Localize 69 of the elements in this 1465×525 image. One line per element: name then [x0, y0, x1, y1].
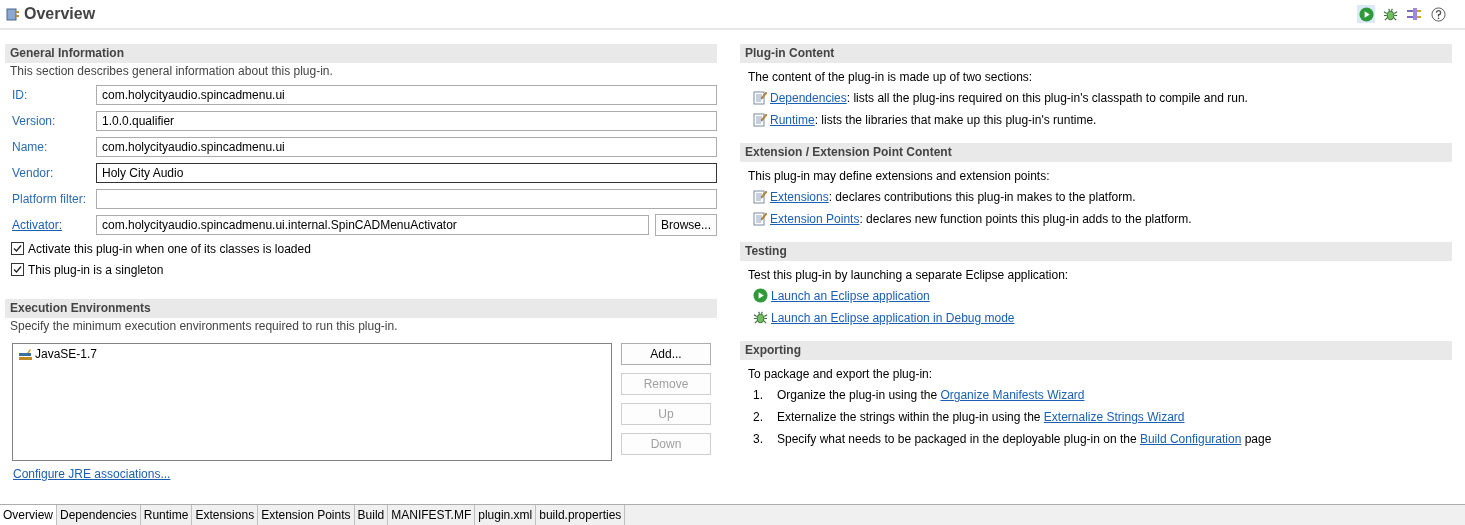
input-field[interactable]: com.holycityaudio.spincadmenu.ui [96, 85, 717, 105]
field-label: Version: [12, 114, 57, 128]
bug-icon [1382, 6, 1398, 22]
field-label: Vendor: [12, 166, 55, 180]
input-field[interactable]: com.holycityaudio.spincadmenu.ui [96, 137, 717, 157]
step-text: Specify what needs to be packaged in the deployable plug-in on the Build Configuration page [777, 432, 1272, 446]
section-intro: Test this plug-in by launching a separate Eclipse application: [747, 267, 1070, 284]
wizard-link[interactable]: Externalize Strings Wizard [1043, 410, 1185, 424]
step-text: Organize the plug-in using the Organize Manifests Wizard [777, 388, 1085, 402]
plug-icon [4, 6, 20, 22]
play-icon [753, 288, 768, 303]
run-button[interactable] [1357, 5, 1375, 23]
link-description: Runtime: lists the libraries that make up this plug-in's runtime. [770, 112, 1097, 127]
launch-link[interactable]: Launch an Eclipse application [771, 288, 930, 303]
section-description: This section describes general information about this plug-in. [9, 63, 334, 80]
checkbox-label: Activate this plug-in when one of its classes is loaded [28, 241, 311, 256]
document-edit-icon [753, 211, 767, 226]
step-number: 1. [753, 388, 764, 402]
play-icon [1358, 6, 1374, 22]
bug-icon [753, 310, 768, 325]
section-header: Plug-in Content [740, 44, 1452, 63]
checkbox-label: This plug-in is a singleton [28, 262, 164, 277]
plug-icon [1406, 6, 1422, 22]
document-edit-icon [753, 189, 767, 204]
launch-link[interactable]: Launch an Eclipse application in Debug mode [771, 310, 1015, 325]
list-button[interactable]: Add... [621, 343, 711, 365]
editor-tab[interactable]: Dependencies [57, 505, 141, 525]
link[interactable]: Dependencies [770, 90, 847, 105]
link-description: Dependencies: lists all the plug-ins required on this plug-in's classpath to compile and run. [770, 90, 1248, 105]
section-header: Extension / Extension Point Content [740, 143, 1452, 162]
link[interactable]: Extensions [770, 189, 829, 204]
document-edit-icon [753, 90, 767, 105]
step-number: 3. [753, 432, 764, 446]
link-description: Extension Points: declares new function points this plug-in adds to the platform. [770, 211, 1192, 226]
section-header: Execution Environments [5, 299, 717, 318]
input-field[interactable]: 1.0.0.qualifier [96, 111, 717, 131]
section-intro: The content of the plug-in is made up of two sections: [747, 69, 1034, 86]
field-label: Platform filter: [12, 192, 87, 206]
section-intro: To package and export the plug-in: [747, 366, 934, 383]
environment-list[interactable]: JavaSE-1.7 [12, 343, 612, 461]
books-icon [18, 347, 33, 361]
wizard-link[interactable]: Build Configuration [1139, 432, 1242, 446]
input-field[interactable]: com.holycityaudio.spincadmenu.ui.internal.SpinCADMenuActivator [96, 215, 649, 235]
field-link[interactable]: Activator: [12, 218, 96, 232]
section-description: Specify the minimum execution environments required to run this plug-in. [9, 318, 399, 335]
input-field[interactable]: Holy City Audio [96, 163, 717, 183]
section-intro: This plug-in may define extensions and extension points: [747, 168, 1051, 185]
link[interactable]: Runtime [770, 112, 815, 127]
step-text: Externalize the strings within the plug-in using the Externalize Strings Wizard [777, 410, 1185, 424]
field-label: Name: [12, 140, 49, 154]
configure-link[interactable]: Configure JRE associations... [13, 467, 171, 481]
checkbox[interactable] [11, 263, 24, 276]
help-icon [1430, 6, 1446, 22]
step-number: 2. [753, 410, 764, 424]
section-header: Exporting [740, 341, 1452, 360]
editor-tab[interactable]: Overview [0, 505, 57, 525]
input-field[interactable] [96, 189, 717, 209]
help-button[interactable] [1429, 5, 1447, 23]
browse-button[interactable]: Browse... [655, 214, 717, 236]
list-item[interactable]: JavaSE-1.7 [35, 347, 98, 361]
section-header: Testing [740, 242, 1452, 261]
document-edit-icon [753, 112, 767, 127]
checkbox[interactable] [11, 242, 24, 255]
section-header: General Information [5, 44, 717, 63]
link-description: Extensions: declares contributions this plug-in makes to the platform. [770, 189, 1136, 204]
export-button[interactable] [1405, 5, 1423, 23]
field-label: ID: [12, 88, 29, 102]
wizard-link[interactable]: Organize Manifests Wizard [940, 388, 1085, 402]
page-title: Overview [24, 5, 96, 23]
